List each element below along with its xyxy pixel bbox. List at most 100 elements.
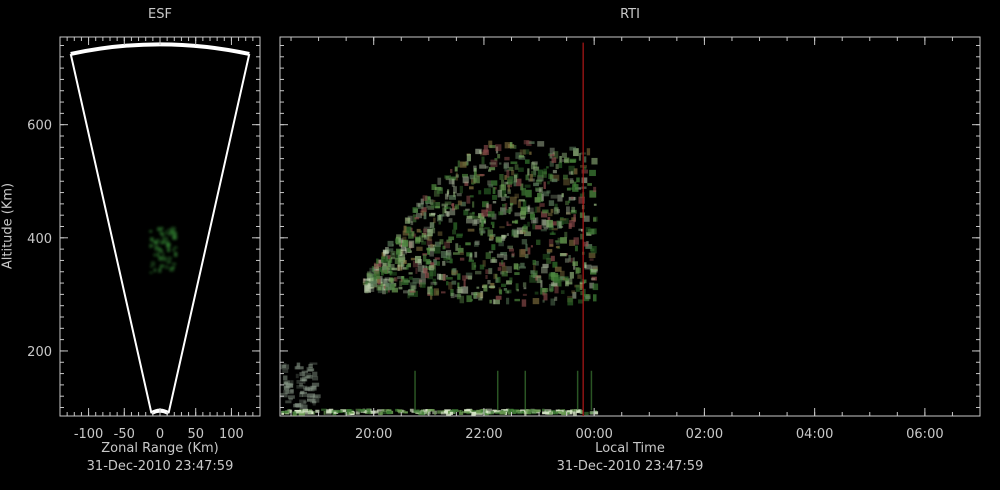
rti-low-echo-speck <box>283 380 290 385</box>
rti-echo-speck <box>483 284 488 292</box>
rti-echo-speck <box>569 159 576 163</box>
esf-panel: -100 -50 0 50 100 200 400 600 <box>27 36 261 442</box>
rti-echo-speck <box>468 259 474 263</box>
rti-echo-speck <box>585 295 591 299</box>
rti-echo-speck <box>469 195 474 198</box>
rti-echo-speck <box>469 252 473 258</box>
rti-low-echo-speck <box>346 409 352 413</box>
rti-echo-speck <box>579 212 585 218</box>
rti-echo-speck <box>455 243 459 251</box>
rti-low-echo-speck <box>513 409 517 414</box>
esf-echo-speck <box>159 241 165 245</box>
rti-low-echo-speck <box>434 411 437 416</box>
rti-low-echo-speck <box>311 385 317 391</box>
rti-echo-speck <box>592 294 597 302</box>
rti-echo-speck <box>542 191 550 197</box>
rti-echo-speck <box>593 217 597 222</box>
rti-echo-speck <box>511 228 518 235</box>
rti-echo-speck <box>384 277 391 281</box>
rti-echo-speck <box>441 291 446 294</box>
rti-echo-speck <box>530 270 535 274</box>
rti-echo-speck <box>456 293 461 300</box>
rti-echo-speck <box>465 208 470 211</box>
esf-echo-speck <box>165 265 169 270</box>
esf-x-tick-label: 100 <box>219 427 244 442</box>
esf-echo-speck <box>172 248 175 252</box>
esf-echo-speck <box>162 256 167 262</box>
rti-echo-speck <box>568 254 571 262</box>
rti-echo-speck <box>429 199 434 205</box>
rti-echo-speck <box>589 169 596 177</box>
rti-echo-speck <box>436 273 442 280</box>
rti-echo-speck <box>454 166 458 172</box>
rti-echo-speck <box>465 242 471 246</box>
rti-echo-speck <box>519 149 526 155</box>
rti-low-echo-speck <box>542 411 550 415</box>
rti-echo-speck <box>521 299 527 307</box>
rti-echo-speck <box>427 196 431 200</box>
rti-echo-speck <box>564 276 569 281</box>
rti-echo-speck <box>448 218 453 223</box>
rti-echo-speck <box>442 273 446 282</box>
esf-echo-speck <box>165 230 168 235</box>
esf-echo-speck <box>173 235 178 240</box>
rti-echo-speck <box>542 219 549 228</box>
rti-echo-speck <box>405 264 409 270</box>
rti-echo-speck <box>444 201 452 205</box>
rti-echo-speck <box>571 290 576 294</box>
esf-title: ESF <box>148 7 172 22</box>
rti-echo-speck <box>408 233 414 239</box>
rti-low-echo-speck <box>282 368 289 373</box>
rti-echo-speck <box>521 239 528 245</box>
rti-echo-speck <box>534 291 539 295</box>
rti-echo-speck <box>559 253 567 257</box>
rti-low-echo-speck <box>542 408 545 412</box>
rti-timestamp: 31-Dec-2010 23:47:59 <box>556 459 704 474</box>
rti-echo-speck <box>491 244 496 251</box>
rti-echo-speck <box>414 217 420 220</box>
rti-echo-speck <box>416 228 421 233</box>
rti-echo-speck <box>473 175 480 184</box>
rti-echo-speck <box>573 214 576 223</box>
rti-echo-speck <box>593 186 597 192</box>
rti-echo-speck <box>559 155 562 163</box>
rti-echo-speck <box>398 238 404 243</box>
rti-echo-speck <box>506 170 510 178</box>
rti-echo-speck <box>442 260 446 266</box>
rti-low-echo-speck <box>359 408 366 412</box>
rti-echo-speck <box>486 202 489 209</box>
rti-echo-speck <box>591 157 598 165</box>
rti-echo-speck <box>567 297 574 306</box>
rti-echo-speck <box>542 171 547 178</box>
rti-low-echo-speck <box>409 408 414 412</box>
rti-echo-speck <box>477 292 484 298</box>
rti-echo-speck <box>576 177 580 183</box>
rti-echo-speck <box>546 166 549 169</box>
rti-echo-speck <box>523 140 530 145</box>
rti-echo-speck <box>578 153 581 161</box>
rti-echo-speck <box>452 229 457 235</box>
rti-echo-speck <box>397 264 400 271</box>
rti-echo-speck <box>370 277 374 282</box>
esf-echo-speck <box>161 237 166 242</box>
rti-echo-speck <box>552 169 557 174</box>
rti-echo-speck <box>495 237 502 242</box>
rti-echo-speck <box>504 156 510 161</box>
rti-echo-speck <box>506 221 509 226</box>
rti-echo-speck <box>518 167 524 172</box>
rti-echo-speck <box>478 190 482 195</box>
rti-echo-speck <box>590 277 596 281</box>
rti-echo-speck <box>456 233 463 237</box>
rti-echo-speck <box>435 202 441 209</box>
rti-echo-speck <box>473 292 477 299</box>
rti-echo-speck <box>446 257 450 260</box>
rti-echo-speck <box>446 260 451 263</box>
esf-echo-speck <box>150 261 156 267</box>
rti-echo-speck <box>488 267 493 275</box>
rti-echo-speck <box>446 281 449 286</box>
rti-echo-speck <box>391 267 398 271</box>
rti-echo-speck <box>473 165 477 172</box>
rti-echo-speck <box>434 257 440 260</box>
rti-echo-speck <box>376 284 382 291</box>
rti-echo-speck <box>488 285 496 289</box>
